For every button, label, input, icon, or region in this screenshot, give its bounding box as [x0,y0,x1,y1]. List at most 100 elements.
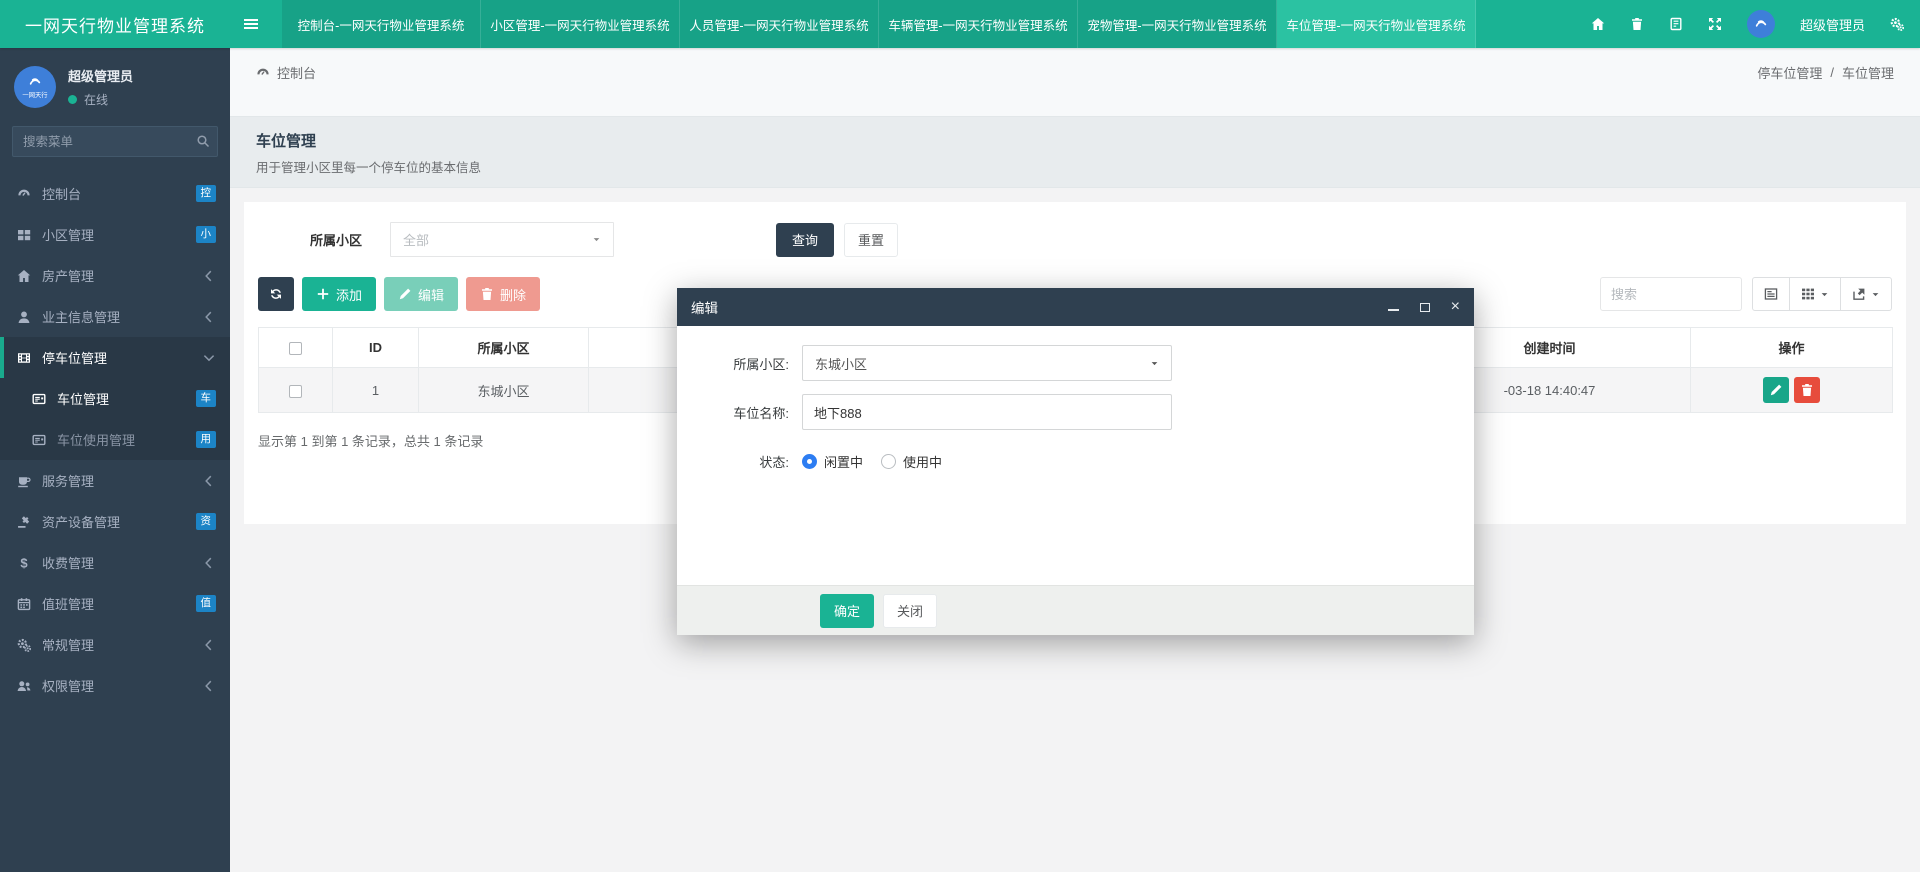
minimize-icon[interactable] [1388,300,1399,314]
fullscreen-icon[interactable] [1708,17,1722,31]
chevron-left-icon [202,474,216,488]
navbar-right: 超级管理员 [1591,0,1920,48]
col-actions: 操作 [1691,328,1893,368]
sidebar-item-duty[interactable]: 值班管理值 [0,583,230,624]
tachometer-icon [16,187,31,201]
radio-idle-label: 闲置中 [824,452,863,471]
brand-title: 一网天行物业管理系统 [0,0,230,48]
row-id-cell: 1 [333,368,419,413]
filter-label: 所属小区 [310,230,362,249]
tab-parking-active[interactable]: 车位管理-一网天行物业管理系统 [1277,0,1476,48]
home-icon[interactable] [1591,17,1605,31]
detail-view-button[interactable] [1752,277,1790,311]
sidebar-item-parking-usage[interactable]: 车位使用管理用 [0,419,230,460]
calendar-icon [16,597,31,611]
sidebar-item-permission[interactable]: 权限管理 [0,665,230,706]
sidebar-item-parking-mgmt[interactable]: 停车位管理 [0,337,230,378]
modal-name-input[interactable] [802,394,1172,430]
columns-button[interactable] [1789,277,1841,311]
breadcrumb-parent[interactable]: 停车位管理 [1757,63,1822,82]
sidebar-toggle-button[interactable] [230,0,272,48]
query-button[interactable]: 查询 [776,223,834,257]
log-book-icon[interactable] [1669,17,1683,31]
breadcrumb: 控制台 [256,63,316,82]
chevron-left-icon [202,310,216,324]
tab-community[interactable]: 小区管理-一网天行物业管理系统 [481,0,680,48]
refresh-icon [269,287,283,301]
avatar[interactable]: 一网天行 [14,66,56,108]
breadcrumb-console[interactable]: 控制台 [277,63,316,82]
delete-button-disabled[interactable]: 删除 [466,277,540,311]
tab-pet[interactable]: 宠物管理-一网天行物业管理系统 [1078,0,1277,48]
col-community: 所属小区 [419,328,589,368]
caret-down-icon [1150,359,1159,368]
dollar-icon: $ [16,556,31,570]
add-button[interactable]: 添加 [302,277,376,311]
modal-title: 编辑 [691,297,718,317]
profile-block: 一网天行 超级管理员 在线 [0,58,230,118]
dashboard-icon [256,66,270,80]
plus-icon [316,287,330,301]
online-status: 在线 [68,91,133,108]
sidebar-item-service[interactable]: 服务管理 [0,460,230,501]
radio-inuse[interactable] [881,454,896,469]
tab-personnel[interactable]: 人员管理-一网天行物业管理系统 [680,0,879,48]
top-navbar: 一网天行物业管理系统 控制台-一网天行物业管理系统 小区管理-一网天行物业管理系… [0,0,1920,48]
svg-text:$: $ [20,556,28,570]
pencil-icon [1769,383,1783,397]
modal-close-button[interactable]: 关闭 [883,594,937,628]
trash-icon[interactable] [1630,17,1644,31]
sidebar-item-console[interactable]: 控制台控 [0,173,230,214]
reset-button[interactable]: 重置 [844,223,898,257]
edit-modal: 编辑 × 所属小区: 东城小区 车位名称: 状态: [677,288,1474,635]
breadcrumb-current: 车位管理 [1842,63,1894,82]
col-id: ID [333,328,419,368]
logo-swoosh-icon [1753,16,1769,32]
radio-idle-selected[interactable] [802,454,817,469]
sidebar-item-community[interactable]: 小区管理小 [0,214,230,255]
chevron-left-icon [202,638,216,652]
columns-icon [1801,287,1815,301]
modal-community-select[interactable]: 东城小区 [802,345,1172,381]
sidebar-item-asset[interactable]: 资产设备管理资 [0,501,230,542]
close-icon[interactable]: × [1451,300,1460,314]
trash-icon [1800,383,1814,397]
confirm-button[interactable]: 确定 [820,594,874,628]
modal-header[interactable]: 编辑 × [677,288,1474,326]
sidebar-item-general[interactable]: 常规管理 [0,624,230,665]
user-menu[interactable]: 超级管理员 [1800,15,1865,34]
search-icon [196,134,210,148]
maximize-icon[interactable] [1420,300,1430,314]
film-icon [16,351,31,365]
gavel-icon [16,515,31,529]
row-actions-cell [1691,368,1893,413]
logo-text: 一网天行 [22,91,47,100]
sidebar-item-parking-space[interactable]: 车位管理车 [0,378,230,419]
row-checkbox[interactable] [289,385,302,398]
select-all-checkbox[interactable] [289,342,302,355]
tab-vehicle[interactable]: 车辆管理-一网天行物业管理系统 [879,0,1078,48]
table-search-input[interactable] [1600,277,1742,311]
menu-search-input[interactable] [12,126,218,157]
row-edit-button[interactable] [1763,377,1789,403]
row-delete-button[interactable] [1794,377,1820,403]
settings-gears-icon[interactable] [1890,17,1904,31]
sidebar-menu: 控制台控 小区管理小 房产管理 业主信息管理 停车位管理 车位管理车 车位使用管… [0,173,230,706]
edit-button-disabled[interactable]: 编辑 [384,277,458,311]
chevron-left-icon [202,269,216,283]
select-all-header [259,328,333,368]
caret-down-icon [1871,290,1880,299]
tab-console[interactable]: 控制台-一网天行物业管理系统 [282,0,481,48]
sidebar-item-owner-info[interactable]: 业主信息管理 [0,296,230,337]
sidebar-item-property[interactable]: 房产管理 [0,255,230,296]
cup-icon [16,474,31,488]
refresh-button[interactable] [258,277,294,311]
caret-down-icon [592,235,601,244]
avatar[interactable] [1747,10,1775,38]
community-select[interactable]: 全部 [390,222,614,257]
sidebar-item-billing[interactable]: $收费管理 [0,542,230,583]
card-icon [31,433,46,447]
detail-view-icon [1764,287,1778,301]
chevron-left-icon [202,556,216,570]
export-button[interactable] [1840,277,1892,311]
